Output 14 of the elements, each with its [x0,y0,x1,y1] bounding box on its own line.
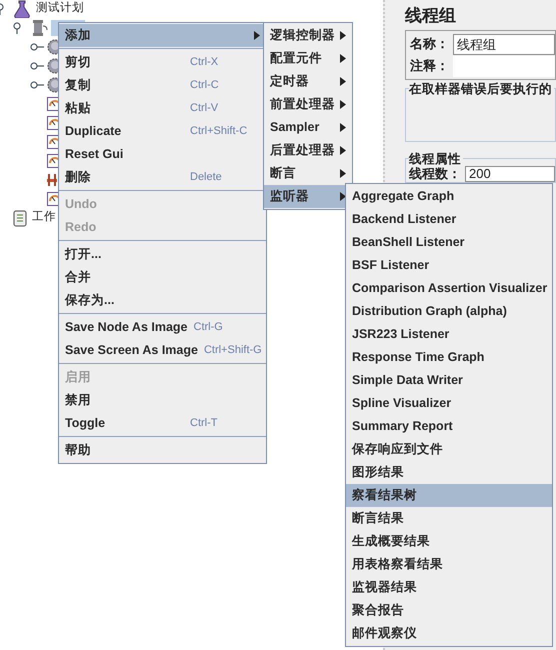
group-title: 线程属性 [409,151,463,167]
shortcut-label: Ctrl+Shift-C [190,124,248,140]
group-title: 在取样器错误后要执行的 [409,81,554,97]
shortcut-label: Ctrl+Shift-G [204,343,262,358]
field-label: 注释： [410,57,449,76]
field-label: 线程数： [409,165,461,184]
shortcut-label: Ctrl-G [194,320,224,336]
panel-title: 线程组 [405,6,457,26]
shortcut-label: Delete [190,170,223,186]
field-label: 名称： [410,35,449,54]
shortcut-label: Ctrl-X [190,55,220,70]
shortcut-label: Ctrl-T [190,416,218,432]
shortcut-label: Ctrl-C [190,78,220,94]
shortcut-label: Ctrl-V [190,101,220,116]
